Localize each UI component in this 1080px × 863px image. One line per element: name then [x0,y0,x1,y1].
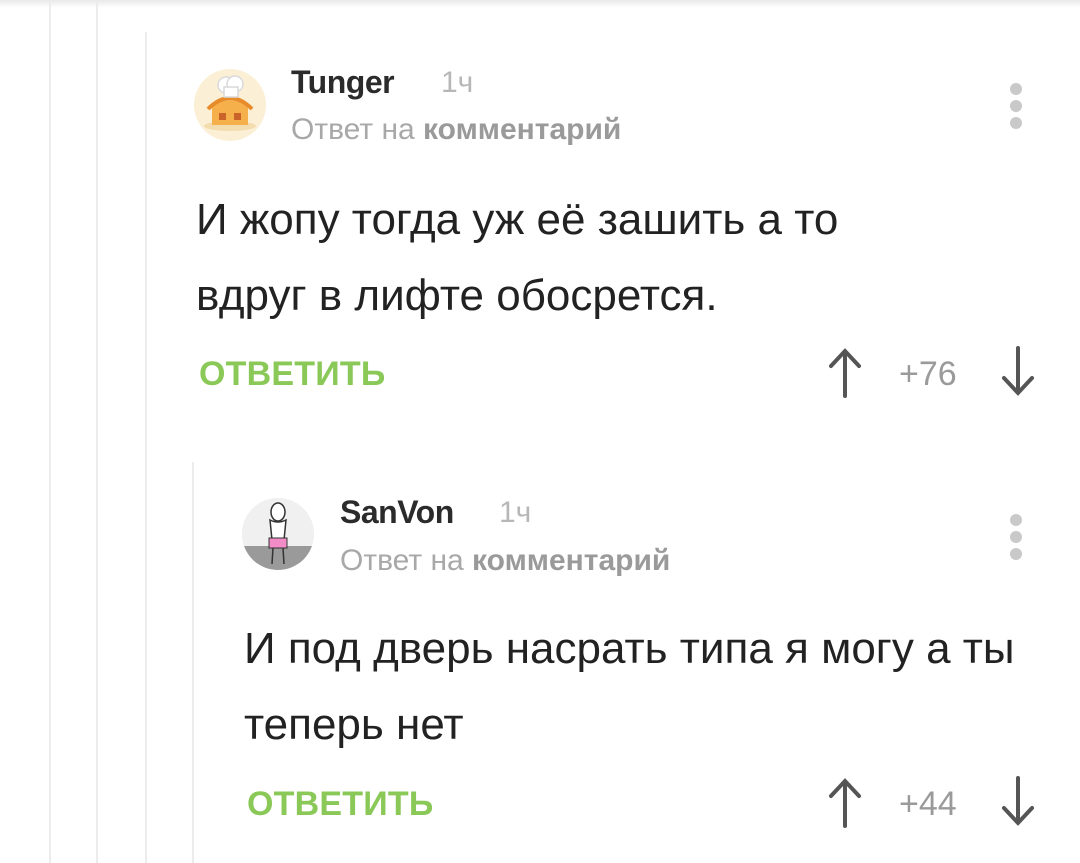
comment-sanvon: SanVon 1ч Ответ на комментарий И под две… [0,460,1080,863]
timestamp: 1ч [499,496,532,529]
comment-text: И под дверь насрать типа я могу а ты теп… [244,624,1015,749]
cook-house-avatar-icon [194,69,266,141]
comments-page: Tunger 1ч Ответ на комментарий И жопу то… [0,0,1080,863]
stickman-avatar-icon [242,498,314,570]
upvote-arrow-icon[interactable] [825,346,865,398]
author-name[interactable]: Tunger [291,64,395,101]
avatar[interactable] [194,69,266,141]
author-name[interactable]: SanVon [340,494,454,531]
reply-button[interactable]: ОТВЕТИТЬ [199,355,385,394]
reply-prefix: Ответ на [291,113,415,146]
comment-tunger: Tunger 1ч Ответ на комментарий И жопу то… [0,0,1080,440]
upvote-arrow-icon[interactable] [825,776,865,828]
downvote-arrow-icon[interactable] [998,346,1038,398]
reply-button[interactable]: ОТВЕТИТЬ [247,785,433,824]
comment-text: И жопу тогда уж её зашить а то вдруг в л… [196,195,839,320]
score: +44 [899,785,957,823]
reply-to-line: Ответ на комментарий [340,544,670,578]
timestamp: 1ч [441,66,474,99]
more-menu-icon[interactable] [1006,83,1026,133]
reply-prefix: Ответ на [340,544,464,577]
more-menu-icon[interactable] [1006,514,1026,564]
downvote-arrow-icon[interactable] [998,776,1038,828]
score: +76 [899,355,957,393]
reply-target-link[interactable]: комментарий [472,544,670,577]
avatar[interactable] [242,498,314,570]
reply-target-link[interactable]: комментарий [423,113,621,146]
reply-to-line: Ответ на комментарий [291,113,621,147]
